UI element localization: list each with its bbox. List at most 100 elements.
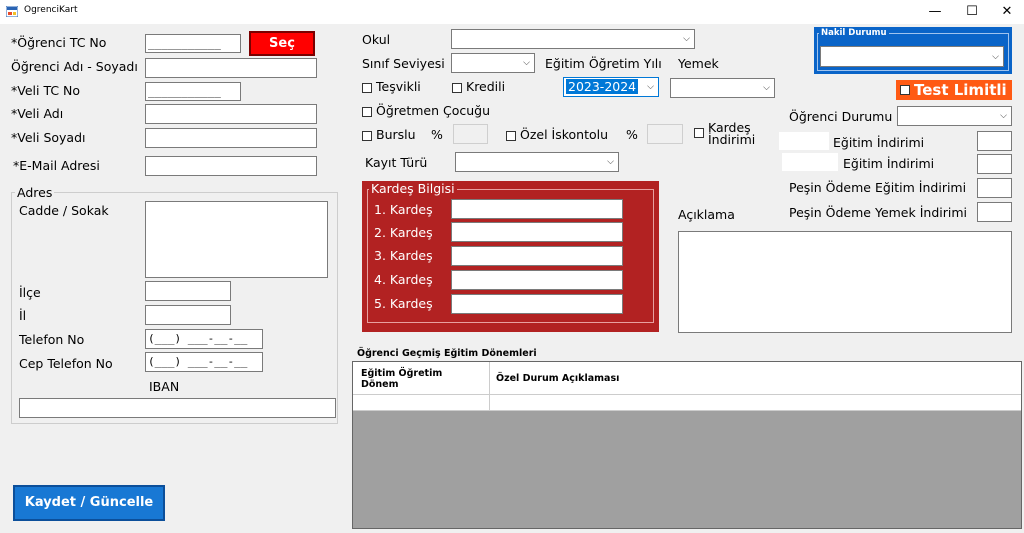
- aciklama-label: Açıklama: [678, 207, 735, 222]
- kardes-5-input[interactable]: [451, 294, 623, 314]
- il-input[interactable]: [145, 305, 231, 325]
- test-limitli-checkbox[interactable]: Test Limitli: [896, 80, 1012, 100]
- save-button[interactable]: Kaydet / Güncelle: [13, 485, 165, 521]
- telefon-label: Telefon No: [19, 332, 85, 347]
- app-window-icon: [6, 6, 18, 17]
- ogrenci-ad-input[interactable]: [145, 58, 317, 78]
- nakil-durumu-title: Nakil Durumu: [819, 28, 889, 38]
- kredili-checkbox[interactable]: Kredili: [452, 79, 505, 94]
- chevron-down-icon: ⌵: [607, 157, 614, 167]
- burslu-label: Burslu: [376, 127, 416, 142]
- iban-label: IBAN: [149, 379, 180, 394]
- checkbox-box: [362, 130, 372, 141]
- ogrenci-durumu-label: Öğrenci Durumu: [789, 109, 893, 124]
- email-label: *E-Mail Adresi: [13, 158, 100, 173]
- kardes-indirimi-label: Kardeş İndirimi: [708, 121, 755, 146]
- close-button[interactable]: ✕: [990, 0, 1024, 24]
- kardes-5-label: 5. Kardeş: [374, 296, 433, 311]
- kardes-1-label: 1. Kardeş: [374, 202, 433, 217]
- ozel-iskonto-checkbox[interactable]: Özel İskontolu: [506, 127, 608, 142]
- kardes-2-input[interactable]: [451, 222, 623, 242]
- kardes-4-input[interactable]: [451, 270, 623, 290]
- egitim-yili-value: 2023-2024: [566, 79, 639, 94]
- kardes-1-input[interactable]: [451, 199, 623, 219]
- grid-new-row[interactable]: [353, 395, 1021, 411]
- grid-header-row: Eğitim Öğretim Dönem Özel Durum Açıklamas…: [353, 362, 1021, 395]
- sinif-select[interactable]: ⌵: [451, 53, 535, 73]
- kardes-bilgisi-title: Kardeş Bilgisi: [369, 181, 457, 196]
- gecmis-grid[interactable]: Eğitim Öğretim Dönem Özel Durum Açıklamas…: [352, 361, 1022, 529]
- veli-adi-input[interactable]: [145, 104, 317, 124]
- okul-label: Okul: [362, 32, 391, 47]
- egitim-indirimi-1-input[interactable]: [977, 131, 1012, 151]
- burslu-percent-label: %: [431, 127, 443, 142]
- ogrenci-durumu-select[interactable]: ⌵: [897, 106, 1012, 126]
- email-input[interactable]: [145, 156, 317, 176]
- veli-tc-input[interactable]: ___________: [145, 82, 241, 101]
- egitim-indirimi-2-label: Eğitim İndirimi: [843, 156, 935, 171]
- egitim-indirimi-1-label: Eğitim İndirimi: [833, 135, 925, 150]
- checkbox-box: [362, 82, 372, 93]
- nakil-durumu-panel: Nakil Durumu ⌵: [814, 27, 1012, 74]
- ogretmen-cocugu-checkbox[interactable]: Öğretmen Çocuğu: [362, 103, 490, 118]
- egitim-indirimi-2-input[interactable]: [977, 154, 1012, 174]
- pesin-yemek-label: Peşin Ödeme Yemek İndirimi: [789, 205, 967, 220]
- burslu-percent-input[interactable]: [453, 124, 488, 144]
- pesin-yemek-input[interactable]: [977, 202, 1012, 222]
- checkbox-box: [362, 106, 372, 117]
- chevron-down-icon: ⌵: [992, 51, 999, 62]
- egitim-yili-select[interactable]: 2023-2024 ⌵: [563, 77, 659, 97]
- ogrenci-ad-label: Öğrenci Adı - Soyadı: [11, 59, 138, 74]
- checkbox-box: [452, 82, 462, 93]
- pesin-egitim-input[interactable]: [977, 178, 1012, 198]
- iban-input[interactable]: [19, 398, 336, 418]
- cep-input[interactable]: (___) ___-__-__: [145, 352, 263, 372]
- checkbox-box: [506, 130, 516, 141]
- ozel-iskonto-percent-input[interactable]: [647, 124, 683, 144]
- window-title: OgrenciKart: [24, 5, 78, 15]
- cep-label: Cep Telefon No: [19, 356, 113, 371]
- grid-header-donem[interactable]: Eğitim Öğretim Dönem: [361, 368, 442, 390]
- chevron-down-icon: ⌵: [523, 58, 530, 68]
- burslu-checkbox[interactable]: Burslu: [362, 127, 416, 142]
- kayit-turu-label: Kayıt Türü: [365, 155, 428, 170]
- veli-soyadi-label: *Veli Soyadı: [11, 130, 86, 145]
- cadde-textarea[interactable]: [145, 201, 328, 278]
- veli-soyadi-input[interactable]: [145, 128, 317, 148]
- telefon-input[interactable]: (___) ___-__-__: [145, 329, 263, 349]
- ogretmen-cocugu-label: Öğretmen Çocuğu: [376, 103, 491, 118]
- ilce-input[interactable]: [145, 281, 231, 301]
- yemek-select[interactable]: ⌵: [670, 78, 775, 98]
- checkbox-box: [694, 128, 704, 138]
- kardes-indirimi-checkbox[interactable]: Kardeş İndirimi: [694, 121, 755, 146]
- okul-select[interactable]: ⌵: [451, 29, 695, 49]
- kredili-label: Kredili: [466, 79, 506, 94]
- chevron-down-icon: ⌵: [763, 83, 770, 93]
- kardes-3-input[interactable]: [451, 246, 623, 266]
- sinif-label: Sınıf Seviyesi: [362, 56, 445, 71]
- maximize-button[interactable]: ☐: [955, 0, 989, 24]
- ilce-label: İlçe: [19, 285, 41, 300]
- tesvikli-label: Teşvikli: [376, 79, 421, 94]
- ogrenci-tc-label: *Öğrenci TC No: [11, 35, 107, 50]
- kardes-4-label: 4. Kardeş: [374, 272, 433, 287]
- adres-group-title: Adres: [15, 185, 55, 200]
- aciklama-textarea[interactable]: [678, 231, 1012, 333]
- grid-header-donem-line-2: Dönem: [361, 379, 399, 390]
- kardes-bilgisi-panel: Kardeş Bilgisi 1. Kardeş 2. Kardeş 3. Ka…: [362, 181, 659, 332]
- hidden-label-box: [782, 153, 838, 171]
- veli-tc-label: *Veli TC No: [11, 83, 81, 98]
- cadde-label: Cadde / Sokak: [19, 203, 109, 218]
- minimize-button[interactable]: —: [918, 0, 952, 24]
- sec-button[interactable]: Seç: [249, 31, 315, 56]
- kayit-turu-select[interactable]: ⌵: [455, 152, 619, 172]
- grid-header-aciklama[interactable]: Özel Durum Açıklaması: [496, 373, 619, 384]
- gecmis-title: Öğrenci Geçmiş Eğitim Dönemleri: [357, 348, 537, 359]
- ozel-iskonto-label: Özel İskontolu: [520, 127, 609, 142]
- nakil-durumu-select[interactable]: ⌵: [820, 46, 1004, 67]
- yemek-label: Yemek: [678, 56, 719, 71]
- tesvikli-checkbox[interactable]: Teşvikli: [362, 79, 421, 94]
- ogrenci-tc-input[interactable]: ___________: [145, 34, 241, 53]
- title-bar: OgrenciKart — ☐ ✕: [0, 0, 1024, 24]
- pesin-egitim-label: Peşin Ödeme Eğitim İndirimi: [789, 180, 967, 195]
